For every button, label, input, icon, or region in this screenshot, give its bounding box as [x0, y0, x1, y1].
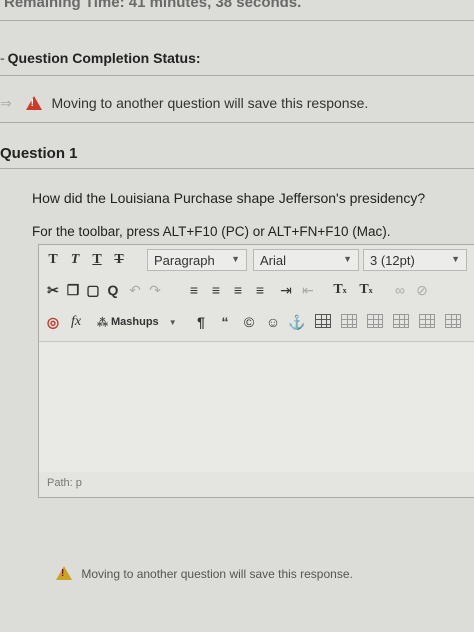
- table-row-icon[interactable]: [341, 314, 357, 328]
- table-icon[interactable]: [315, 314, 331, 328]
- remaining-time: Remaining Time: 41 minutes, 38 seconds.: [4, 0, 302, 11]
- anchor-icon[interactable]: ⚓: [288, 311, 305, 333]
- underline-button[interactable]: T: [89, 249, 105, 271]
- font-size-select[interactable]: 3 (12pt) ▼: [363, 249, 467, 271]
- outdent-icon[interactable]: ⇤: [299, 279, 317, 301]
- italic-button[interactable]: T: [67, 249, 83, 271]
- paste-icon[interactable]: ▢: [85, 279, 101, 301]
- footer-warning: Moving to another question will save thi…: [56, 566, 353, 581]
- chevron-down-icon: ▼: [231, 254, 240, 264]
- status-heading-label: Question Completion Status:: [7, 50, 201, 66]
- align-justify-icon[interactable]: ≡: [251, 279, 269, 301]
- unlink-icon[interactable]: ⊘: [413, 279, 431, 301]
- warning-icon: [25, 96, 42, 110]
- table-split-icon[interactable]: [445, 314, 461, 328]
- arrow-right-icon: ⇒: [0, 95, 12, 111]
- question-text: How did the Louisiana Purchase shape Jef…: [32, 190, 426, 206]
- superscript-label: T: [333, 282, 343, 297]
- status-warning-text: Moving to another question will save thi…: [51, 95, 369, 111]
- indent-icon[interactable]: ⇥: [277, 279, 295, 301]
- bold-button[interactable]: T: [45, 249, 61, 271]
- record-icon[interactable]: ◎: [45, 311, 61, 333]
- footer-warning-text: Moving to another question will save thi…: [81, 567, 353, 581]
- emoji-icon[interactable]: ☺: [265, 311, 281, 333]
- toolbar-help: For the toolbar, press ALT+F10 (PC) or A…: [32, 224, 391, 239]
- divider: [0, 122, 474, 123]
- font-select[interactable]: Arial ▼: [253, 249, 359, 271]
- paragraph-select-value: Paragraph: [154, 252, 215, 268]
- mashups-label: Mashups: [111, 316, 159, 328]
- strikethrough-button[interactable]: T: [111, 249, 127, 271]
- align-left-icon[interactable]: ≡: [185, 279, 203, 301]
- copy-icon[interactable]: ❐: [65, 279, 81, 301]
- superscript-button[interactable]: Tx: [329, 279, 351, 301]
- chevron-down-icon: ▼: [343, 254, 352, 264]
- cut-icon[interactable]: ✂: [45, 279, 61, 301]
- question-completion-status: - Question Completion Status:: [0, 50, 201, 66]
- align-right-icon[interactable]: ≡: [229, 279, 247, 301]
- math-formula-button[interactable]: fx: [65, 311, 87, 333]
- mashups-icon: ⁂: [97, 316, 108, 329]
- toolbar-row-1: T T T T Paragraph ▼ Arial ▼ 3 (12pt) ▼: [39, 247, 474, 275]
- divider: [0, 20, 474, 21]
- divider: [0, 168, 474, 169]
- subscript-button[interactable]: Tx: [355, 279, 377, 301]
- chevron-down-icon: ▼: [451, 254, 460, 264]
- divider: [0, 75, 474, 76]
- undo-icon[interactable]: ↶: [127, 279, 143, 301]
- warning-icon: [56, 566, 72, 580]
- status-warning: ⇒ Moving to another question will save t…: [0, 95, 368, 112]
- table-merge-icon[interactable]: [419, 314, 435, 328]
- blockquote-button[interactable]: “: [217, 311, 233, 333]
- paragraph-mark-button[interactable]: ¶: [193, 311, 209, 333]
- copyright-button[interactable]: ©: [241, 311, 257, 333]
- subscript-label: T: [359, 282, 369, 297]
- redo-icon[interactable]: ↷: [147, 279, 163, 301]
- link-icon[interactable]: ∞: [391, 279, 409, 301]
- find-icon[interactable]: Q: [105, 279, 121, 301]
- table-column-icon[interactable]: [367, 314, 383, 328]
- font-select-value: Arial: [260, 252, 287, 268]
- font-size-select-value: 3 (12pt): [370, 252, 415, 268]
- collapse-icon[interactable]: -: [0, 50, 5, 66]
- editor-path: Path: p: [47, 477, 82, 489]
- paragraph-select[interactable]: Paragraph ▼: [147, 249, 247, 271]
- table-cell-icon[interactable]: [393, 314, 409, 328]
- align-center-icon[interactable]: ≡: [207, 279, 225, 301]
- chevron-down-icon: ▼: [168, 317, 177, 327]
- rich-text-editor: T T T T Paragraph ▼ Arial ▼ 3 (12pt) ▼ ✂…: [38, 244, 474, 498]
- toolbar-row-3: ◎ fx ⁂ Mashups ▼ ¶ “ © ☺ ⚓: [39, 309, 474, 337]
- question-title: Question 1: [0, 145, 78, 162]
- toolbar-row-2: ✂ ❐ ▢ Q ↶ ↷ ≡ ≡ ≡ ≡ ⇥ ⇤ Tx Tx ∞ ⊘: [39, 277, 474, 305]
- editor-content-area[interactable]: [39, 341, 474, 472]
- mashups-button[interactable]: ⁂ Mashups ▼: [97, 311, 187, 333]
